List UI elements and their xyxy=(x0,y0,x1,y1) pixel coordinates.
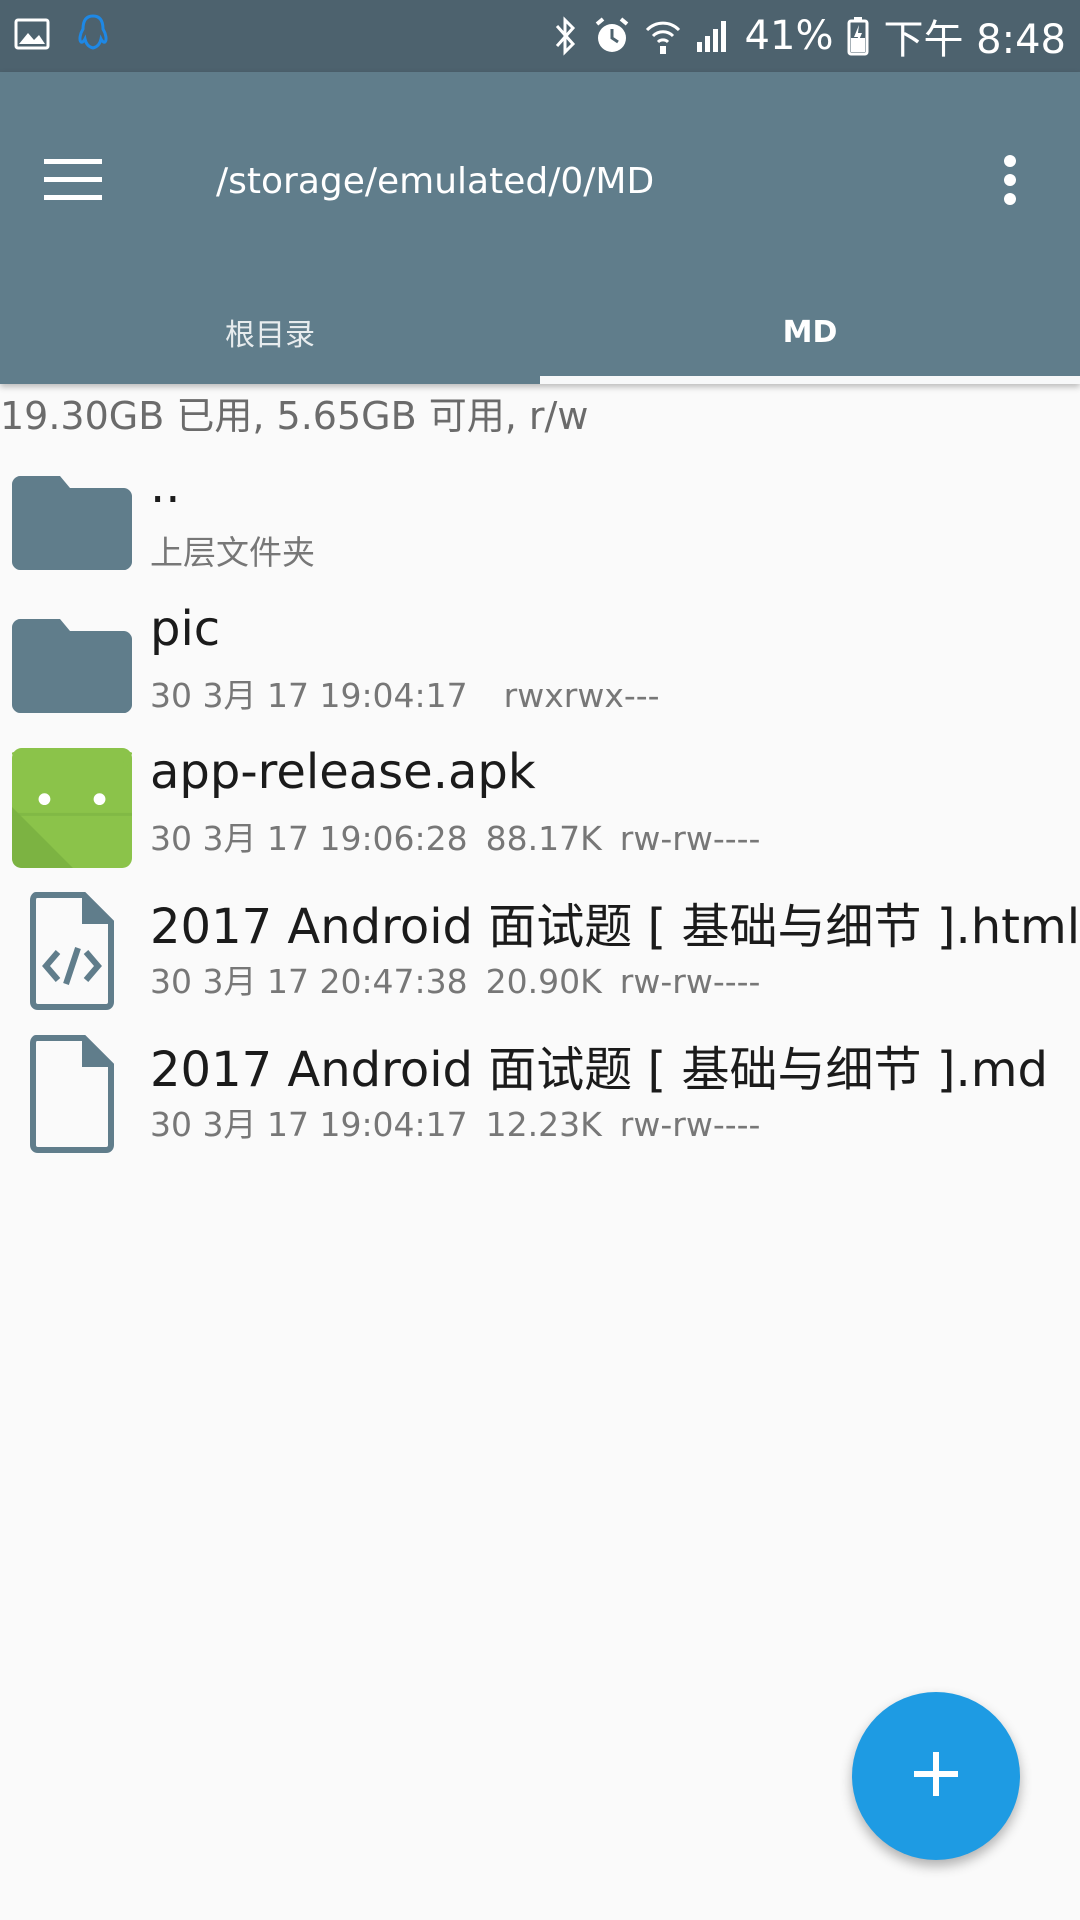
alarm-icon xyxy=(593,16,631,56)
battery-icon xyxy=(847,16,869,56)
list-item-pic[interactable]: pic 30 3月 17 19:04:17 rwxrwx--- xyxy=(0,591,1080,734)
file-name: 2017 Android 面试题 [ 基础与细节 ].html xyxy=(150,899,1080,955)
app-bar: /storage/emulated/0/MD 根目录 MD xyxy=(0,72,1080,384)
status-bar: 41% 下午 8:48 xyxy=(0,0,1080,72)
list-item-apk[interactable]: app-release.apk 30 3月 17 19:06:28 88.17K r… xyxy=(0,734,1080,877)
list-item-md[interactable]: 2017 Android 面试题 [ 基础与细节 ].md 30 3月 17 1… xyxy=(0,1020,1080,1163)
file-icon xyxy=(12,1034,132,1154)
bluetooth-icon xyxy=(553,16,579,56)
qq-icon xyxy=(76,14,110,54)
more-vert-icon xyxy=(1003,155,1017,209)
file-size: 12.23K xyxy=(485,1105,602,1144)
signal-icon xyxy=(695,18,731,54)
file-meta: 30 3月 17 19:04:17 12.23K rw-rw---- xyxy=(150,1098,760,1146)
file-permissions: rw-rw---- xyxy=(619,1105,761,1144)
clock: 下午 8:48 xyxy=(883,17,1066,63)
file-date: 30 3月 17 19:06:28 xyxy=(150,819,468,858)
file-name: 2017 Android 面试题 [ 基础与细节 ].md xyxy=(150,1042,1048,1098)
gallery-icon xyxy=(14,18,50,50)
file-meta: 30 3月 17 19:06:28 88.17K rw-rw---- xyxy=(150,812,760,860)
file-size: 20.90K xyxy=(485,962,602,1001)
file-subtitle: 上层文件夹 xyxy=(150,533,315,572)
battery-percent: 41% xyxy=(744,13,834,59)
file-date: 30 3月 17 19:04:17 xyxy=(150,1105,468,1144)
file-permissions: rw-rw---- xyxy=(619,962,761,1001)
menu-button[interactable] xyxy=(44,130,148,234)
tab-root[interactable]: 根目录 xyxy=(0,280,540,384)
file-meta: 30 3月 17 19:04:17 rwxrwx--- xyxy=(150,669,660,717)
html-file-icon xyxy=(12,891,132,1011)
storage-info: 19.30GB 已用, 5.65GB 可用, r/w xyxy=(0,394,589,438)
list-item-html[interactable]: 2017 Android 面试题 [ 基础与细节 ].html 30 3月 17… xyxy=(0,877,1080,1020)
wifi-icon xyxy=(645,16,681,56)
path-title: /storage/emulated/0/MD xyxy=(216,161,655,202)
file-list: .. 上层文件夹 pic 30 3月 17 19:04:17 rwxrwx--- … xyxy=(0,448,1080,1163)
file-size: 88.17K xyxy=(485,819,602,858)
add-fab-button[interactable] xyxy=(852,1692,1020,1860)
file-permissions: rw-rw---- xyxy=(619,819,761,858)
list-item-parent-folder[interactable]: .. 上层文件夹 xyxy=(0,448,1080,591)
file-date: 30 3月 17 20:47:38 xyxy=(150,962,468,1001)
hamburger-icon xyxy=(44,159,102,205)
file-name: app-release.apk xyxy=(150,744,536,800)
file-name: .. xyxy=(150,458,181,514)
folder-icon xyxy=(12,462,132,582)
android-icon xyxy=(12,748,132,868)
file-permissions: rwxrwx--- xyxy=(503,676,660,715)
file-meta: 30 3月 17 20:47:38 20.90K rw-rw---- xyxy=(150,955,760,1003)
file-date: 30 3月 17 19:04:17 xyxy=(150,676,468,715)
tab-bar: 根目录 MD xyxy=(0,280,1080,384)
folder-icon xyxy=(12,605,132,725)
tab-md[interactable]: MD xyxy=(540,280,1080,384)
overflow-menu-button[interactable] xyxy=(980,130,1040,234)
plus-icon xyxy=(912,1750,960,1802)
file-name: pic xyxy=(150,601,221,657)
